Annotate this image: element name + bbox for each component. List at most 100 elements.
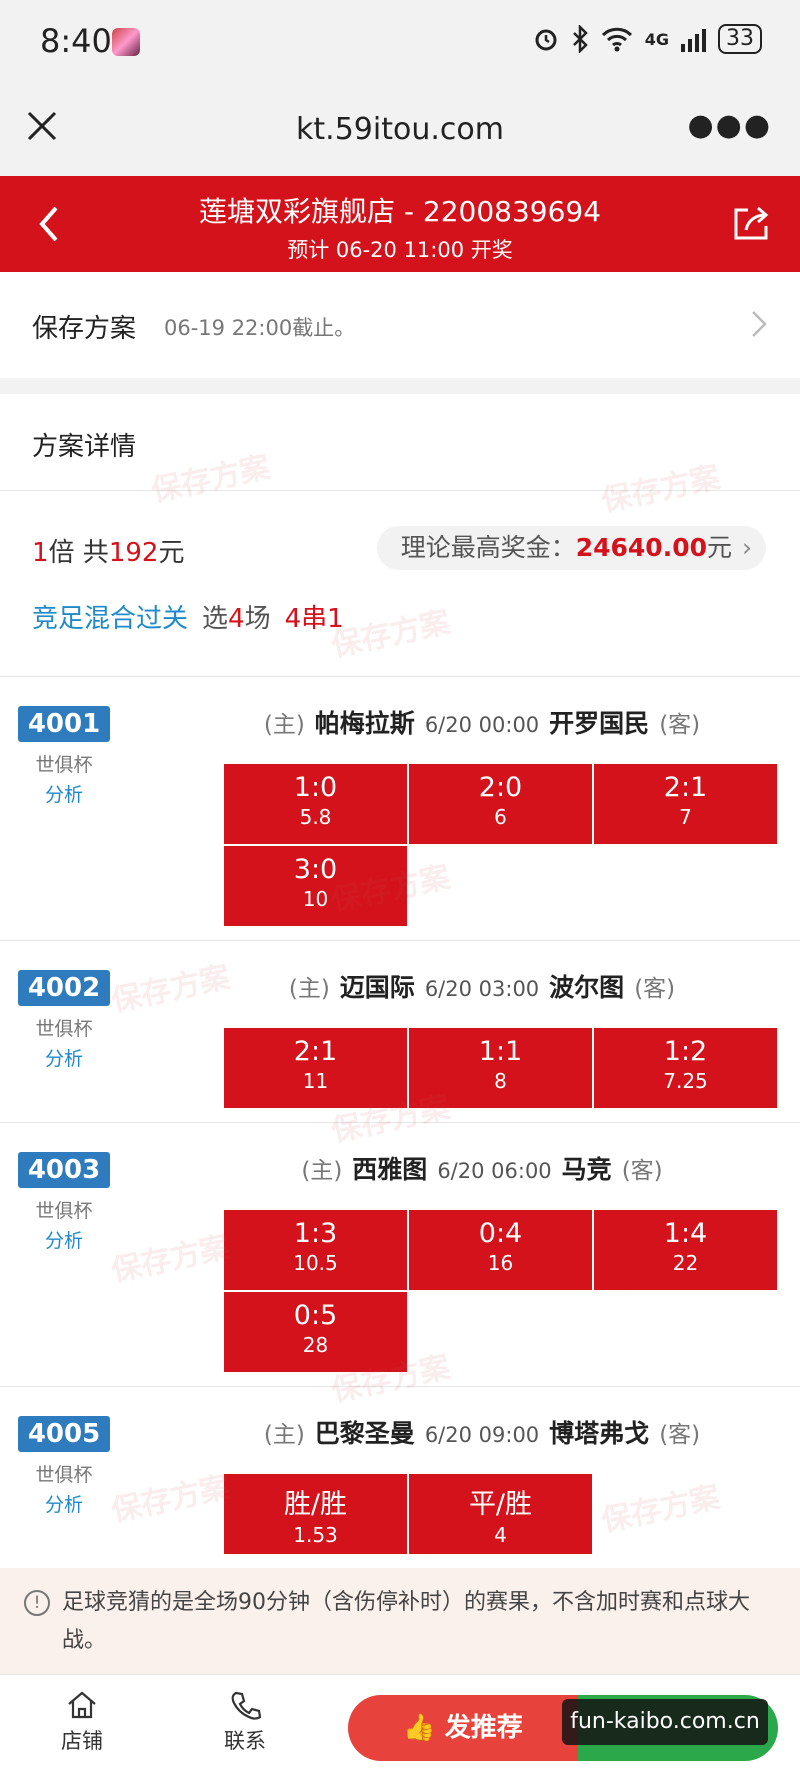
store-title: 莲塘双彩旗舰店 - 2200839694 <box>198 195 602 228</box>
pick-score: 0:4 <box>478 1218 523 1249</box>
site-watermark-label: fun-kaibo.com.cn <box>562 1699 768 1745</box>
pick-score: 3:0 <box>293 854 338 885</box>
pick-odds: 16 <box>487 1251 514 1275</box>
info-icon: ! <box>24 1590 50 1616</box>
pick-odds: 28 <box>302 1333 329 1357</box>
divider <box>0 676 800 677</box>
analysis-link[interactable]: 分析 <box>18 1490 110 1517</box>
home-tag: (主) <box>288 976 330 1002</box>
match-code: 4002 <box>18 970 110 1006</box>
analysis-link[interactable]: 分析 <box>18 1044 110 1071</box>
pick-grid: 2:1 11 1:1 8 1:2 7.25 <box>224 1028 777 1108</box>
home-team: 迈国际 <box>339 973 415 1002</box>
pick-cell: 胜/胜 1.53 <box>224 1474 407 1554</box>
status-icons: 4G 33 <box>533 24 762 54</box>
match-teams: (主) 帕梅拉斯 6/20 00:00 开罗国民 (客) <box>224 704 740 740</box>
chevron-right-icon: › <box>742 533 752 562</box>
pick-cell: 0:5 28 <box>224 1292 407 1372</box>
nav-store[interactable]: 店铺 <box>42 1689 122 1755</box>
pick-score: 1:4 <box>663 1218 708 1249</box>
pick-cell: 2:1 7 <box>594 764 777 844</box>
pick-cell: 1:2 7.25 <box>594 1028 777 1108</box>
pick-grid: 胜/胜 1.53 平/胜 4 <box>224 1474 776 1554</box>
watermark: 保存方案 <box>598 459 724 520</box>
pick-score: 2:0 <box>478 772 523 803</box>
pick-grid: 1:0 5.8 2:0 6 2:1 7 3:0 10 <box>224 764 777 926</box>
signal-icon <box>681 26 706 52</box>
bet-summary: 1倍 共192元 <box>32 532 184 569</box>
select-count: 4 <box>228 604 245 634</box>
notice-text: 足球竞猜的是全场90分钟（含伤停补时）的赛果，不含加时赛和点球大战。 <box>62 1590 750 1653</box>
pick-odds: 6 <box>494 805 507 829</box>
pick-score: 2:1 <box>663 772 708 803</box>
pick-cell: 平/胜 4 <box>409 1474 592 1554</box>
save-plan-row[interactable]: 保存方案 06-19 22:00截止。 <box>0 272 800 378</box>
max-prize-pill[interactable]: 理论最高奖金：24640.00元 › <box>376 526 766 570</box>
prize-amount: 24640.00 <box>575 533 707 562</box>
match-time: 6/20 03:00 <box>424 977 540 1001</box>
pick-odds: 7 <box>679 805 692 829</box>
wifi-icon <box>601 27 632 52</box>
pick-cell: 0:4 16 <box>409 1210 592 1290</box>
thumbs-up-icon: 👍 <box>403 1713 436 1743</box>
recommend-button[interactable]: 👍 发推荐 <box>348 1695 578 1761</box>
match-time: 6/20 00:00 <box>424 713 540 737</box>
analysis-link[interactable]: 分析 <box>18 1226 110 1253</box>
pick-score: 2:1 <box>293 1036 338 1067</box>
share-icon[interactable] <box>730 202 772 244</box>
more-menu-icon[interactable]: ●●● <box>687 108 772 143</box>
store-header: 莲塘双彩旗舰店 - 2200839694 预计 06-20 11:00 开奖 <box>0 176 800 272</box>
pick-grid: 1:3 10.5 0:4 16 1:4 22 0:5 28 <box>224 1210 777 1372</box>
match-block: 4002 世俱杯 分析 (主) 迈国际 6/20 03:00 波尔图 (客) 2… <box>0 948 800 1124</box>
pick-odds: 4 <box>494 1523 507 1547</box>
nav-store-label: 店铺 <box>61 1729 103 1753</box>
app-avatar-icon <box>112 28 140 56</box>
league-name: 世俱杯 <box>35 1200 93 1222</box>
pick-cell: 2:0 6 <box>409 764 592 844</box>
pick-score: 1:1 <box>478 1036 523 1067</box>
pick-score: 平/胜 <box>468 1489 533 1520</box>
pick-score: 1:3 <box>293 1218 338 1249</box>
home-team: 西雅图 <box>352 1155 428 1184</box>
analysis-link[interactable]: 分析 <box>18 780 110 807</box>
pick-score: 0:5 <box>293 1300 338 1331</box>
watermark: 保存方案 <box>148 449 274 510</box>
away-team: 马竞 <box>561 1155 612 1184</box>
away-tag: (客) <box>659 712 701 738</box>
pick-odds: 8 <box>494 1069 507 1093</box>
league-name: 世俱杯 <box>35 1018 93 1040</box>
match-code: 4005 <box>18 1416 110 1452</box>
match-code: 4001 <box>18 706 110 742</box>
chevron-right-icon <box>752 311 767 337</box>
phone-icon <box>231 1691 262 1720</box>
home-tag: (主) <box>263 1422 305 1448</box>
match-teams: (主) 西雅图 6/20 06:00 马竞 (客) <box>224 1150 740 1186</box>
match-block: 4005 世俱杯 分析 (主) 巴黎圣曼 6/20 09:00 博塔弗戈 (客)… <box>0 1394 800 1568</box>
pick-score: 胜/胜 <box>283 1489 348 1520</box>
pick-score: 1:0 <box>293 772 338 803</box>
nav-contact[interactable]: 联系 <box>205 1689 285 1755</box>
pick-odds: 22 <box>672 1251 699 1275</box>
play-type-row: 竞足混合过关 选4场 4串1 <box>32 598 344 635</box>
away-tag: (客) <box>659 1422 701 1448</box>
pick-cell: 1:4 22 <box>594 1210 777 1290</box>
multiple-value: 1 <box>32 538 49 568</box>
pick-cell: 1:1 8 <box>409 1028 592 1108</box>
match-teams: (主) 巴黎圣曼 6/20 09:00 博塔弗戈 (客) <box>224 1414 740 1450</box>
alarm-icon <box>535 29 557 51</box>
browser-url-bar: kt.59itou.com ●●● <box>0 86 800 176</box>
network-type: 4G <box>644 29 669 49</box>
league-name: 世俱杯 <box>35 1464 93 1486</box>
save-plan-title: 保存方案 <box>32 314 137 344</box>
away-tag: (客) <box>621 1158 663 1184</box>
nav-contact-label: 联系 <box>224 1729 266 1753</box>
pick-odds: 10 <box>302 887 329 911</box>
match-block: 4003 世俱杯 分析 (主) 西雅图 6/20 06:00 马竞 (客) 1:… <box>0 1130 800 1378</box>
home-tag: (主) <box>263 712 305 738</box>
match-block: 4001 世俱杯 分析 (主) 帕梅拉斯 6/20 00:00 开罗国民 (客)… <box>0 684 800 932</box>
watermark: 保存方案 <box>328 604 454 665</box>
pick-odds: 1.53 <box>293 1523 338 1547</box>
recommend-label: 发推荐 <box>444 1713 523 1743</box>
detail-title: 方案详情 <box>32 432 137 462</box>
pick-cell: 1:0 5.8 <box>224 764 407 844</box>
